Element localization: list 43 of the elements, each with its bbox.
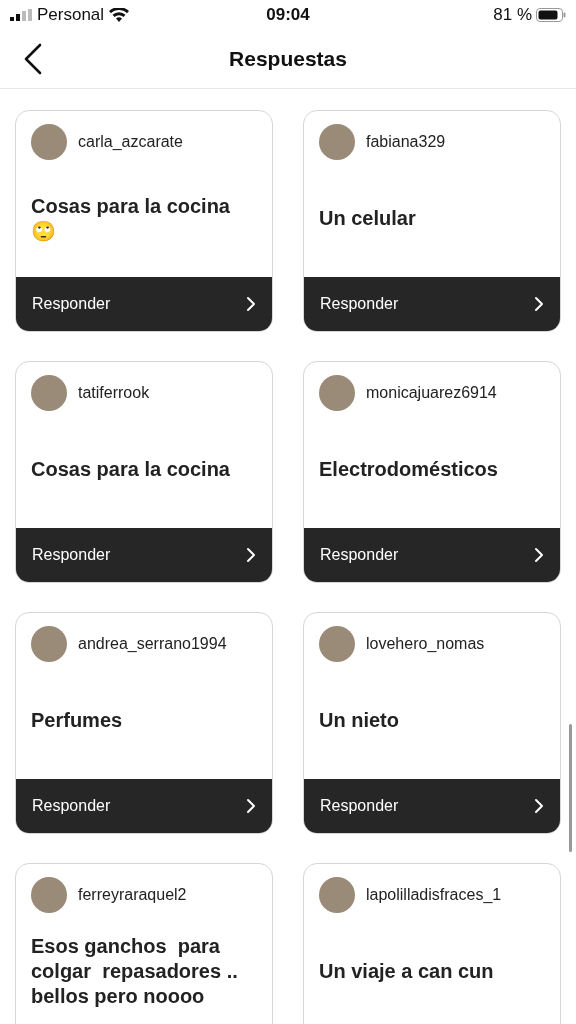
username[interactable]: lovehero_nomas bbox=[366, 635, 485, 653]
reply-button[interactable]: Responder bbox=[16, 779, 272, 833]
reply-button[interactable]: Responder bbox=[304, 528, 560, 582]
reply-button[interactable]: Responder bbox=[304, 779, 560, 833]
username[interactable]: tatiferrook bbox=[78, 384, 150, 402]
reply-button[interactable]: Responder bbox=[16, 277, 272, 331]
username[interactable]: fabiana329 bbox=[366, 133, 446, 151]
battery-icon bbox=[536, 8, 566, 22]
answer-text: Un viaje a can cun bbox=[319, 959, 494, 984]
carrier-name: Personal bbox=[37, 5, 105, 25]
avatar[interactable] bbox=[31, 626, 67, 662]
avatar[interactable] bbox=[31, 375, 67, 411]
chevron-icon bbox=[246, 547, 256, 563]
wifi-icon bbox=[109, 8, 130, 22]
answer-text: Un nieto bbox=[319, 708, 399, 733]
avatar[interactable] bbox=[319, 877, 355, 913]
answer-text: Electrodomésticos bbox=[319, 457, 498, 482]
chevron-icon bbox=[246, 798, 256, 814]
clock-time: 09:04 bbox=[266, 5, 310, 24]
signal-icon bbox=[10, 9, 32, 21]
username[interactable]: monicajuarez6914 bbox=[366, 384, 497, 402]
answer-text: Perfumes bbox=[31, 708, 123, 733]
reply-button[interactable]: Responder bbox=[16, 528, 272, 582]
username[interactable]: ferreyraraquel2 bbox=[78, 886, 187, 904]
avatar[interactable] bbox=[319, 626, 355, 662]
chevron-icon bbox=[534, 798, 544, 814]
chevron-icon bbox=[534, 547, 544, 563]
avatar[interactable] bbox=[319, 375, 355, 411]
chevron-icon bbox=[246, 296, 256, 312]
battery-percent: 81 % bbox=[493, 5, 532, 25]
username[interactable]: andrea_serrano1994 bbox=[78, 635, 227, 653]
username[interactable]: lapolilladisfraces_1 bbox=[366, 886, 502, 904]
chevron-icon bbox=[534, 296, 544, 312]
answer-text: Cosas para la cocina 🙄 bbox=[31, 193, 231, 244]
page-title: Respuestas bbox=[229, 47, 347, 71]
answer-text: Un celular bbox=[319, 206, 416, 231]
avatar[interactable] bbox=[31, 124, 67, 160]
avatar[interactable] bbox=[31, 877, 67, 913]
avatar[interactable] bbox=[319, 124, 355, 160]
answer-text: Cosas para la cocina bbox=[31, 457, 230, 482]
reply-button[interactable]: Responder bbox=[304, 277, 560, 331]
username[interactable]: carla_azcarate bbox=[78, 133, 183, 151]
answer-text: Esos ganchos para colgar repasadores .. bellos pero noooo bbox=[31, 934, 239, 1009]
